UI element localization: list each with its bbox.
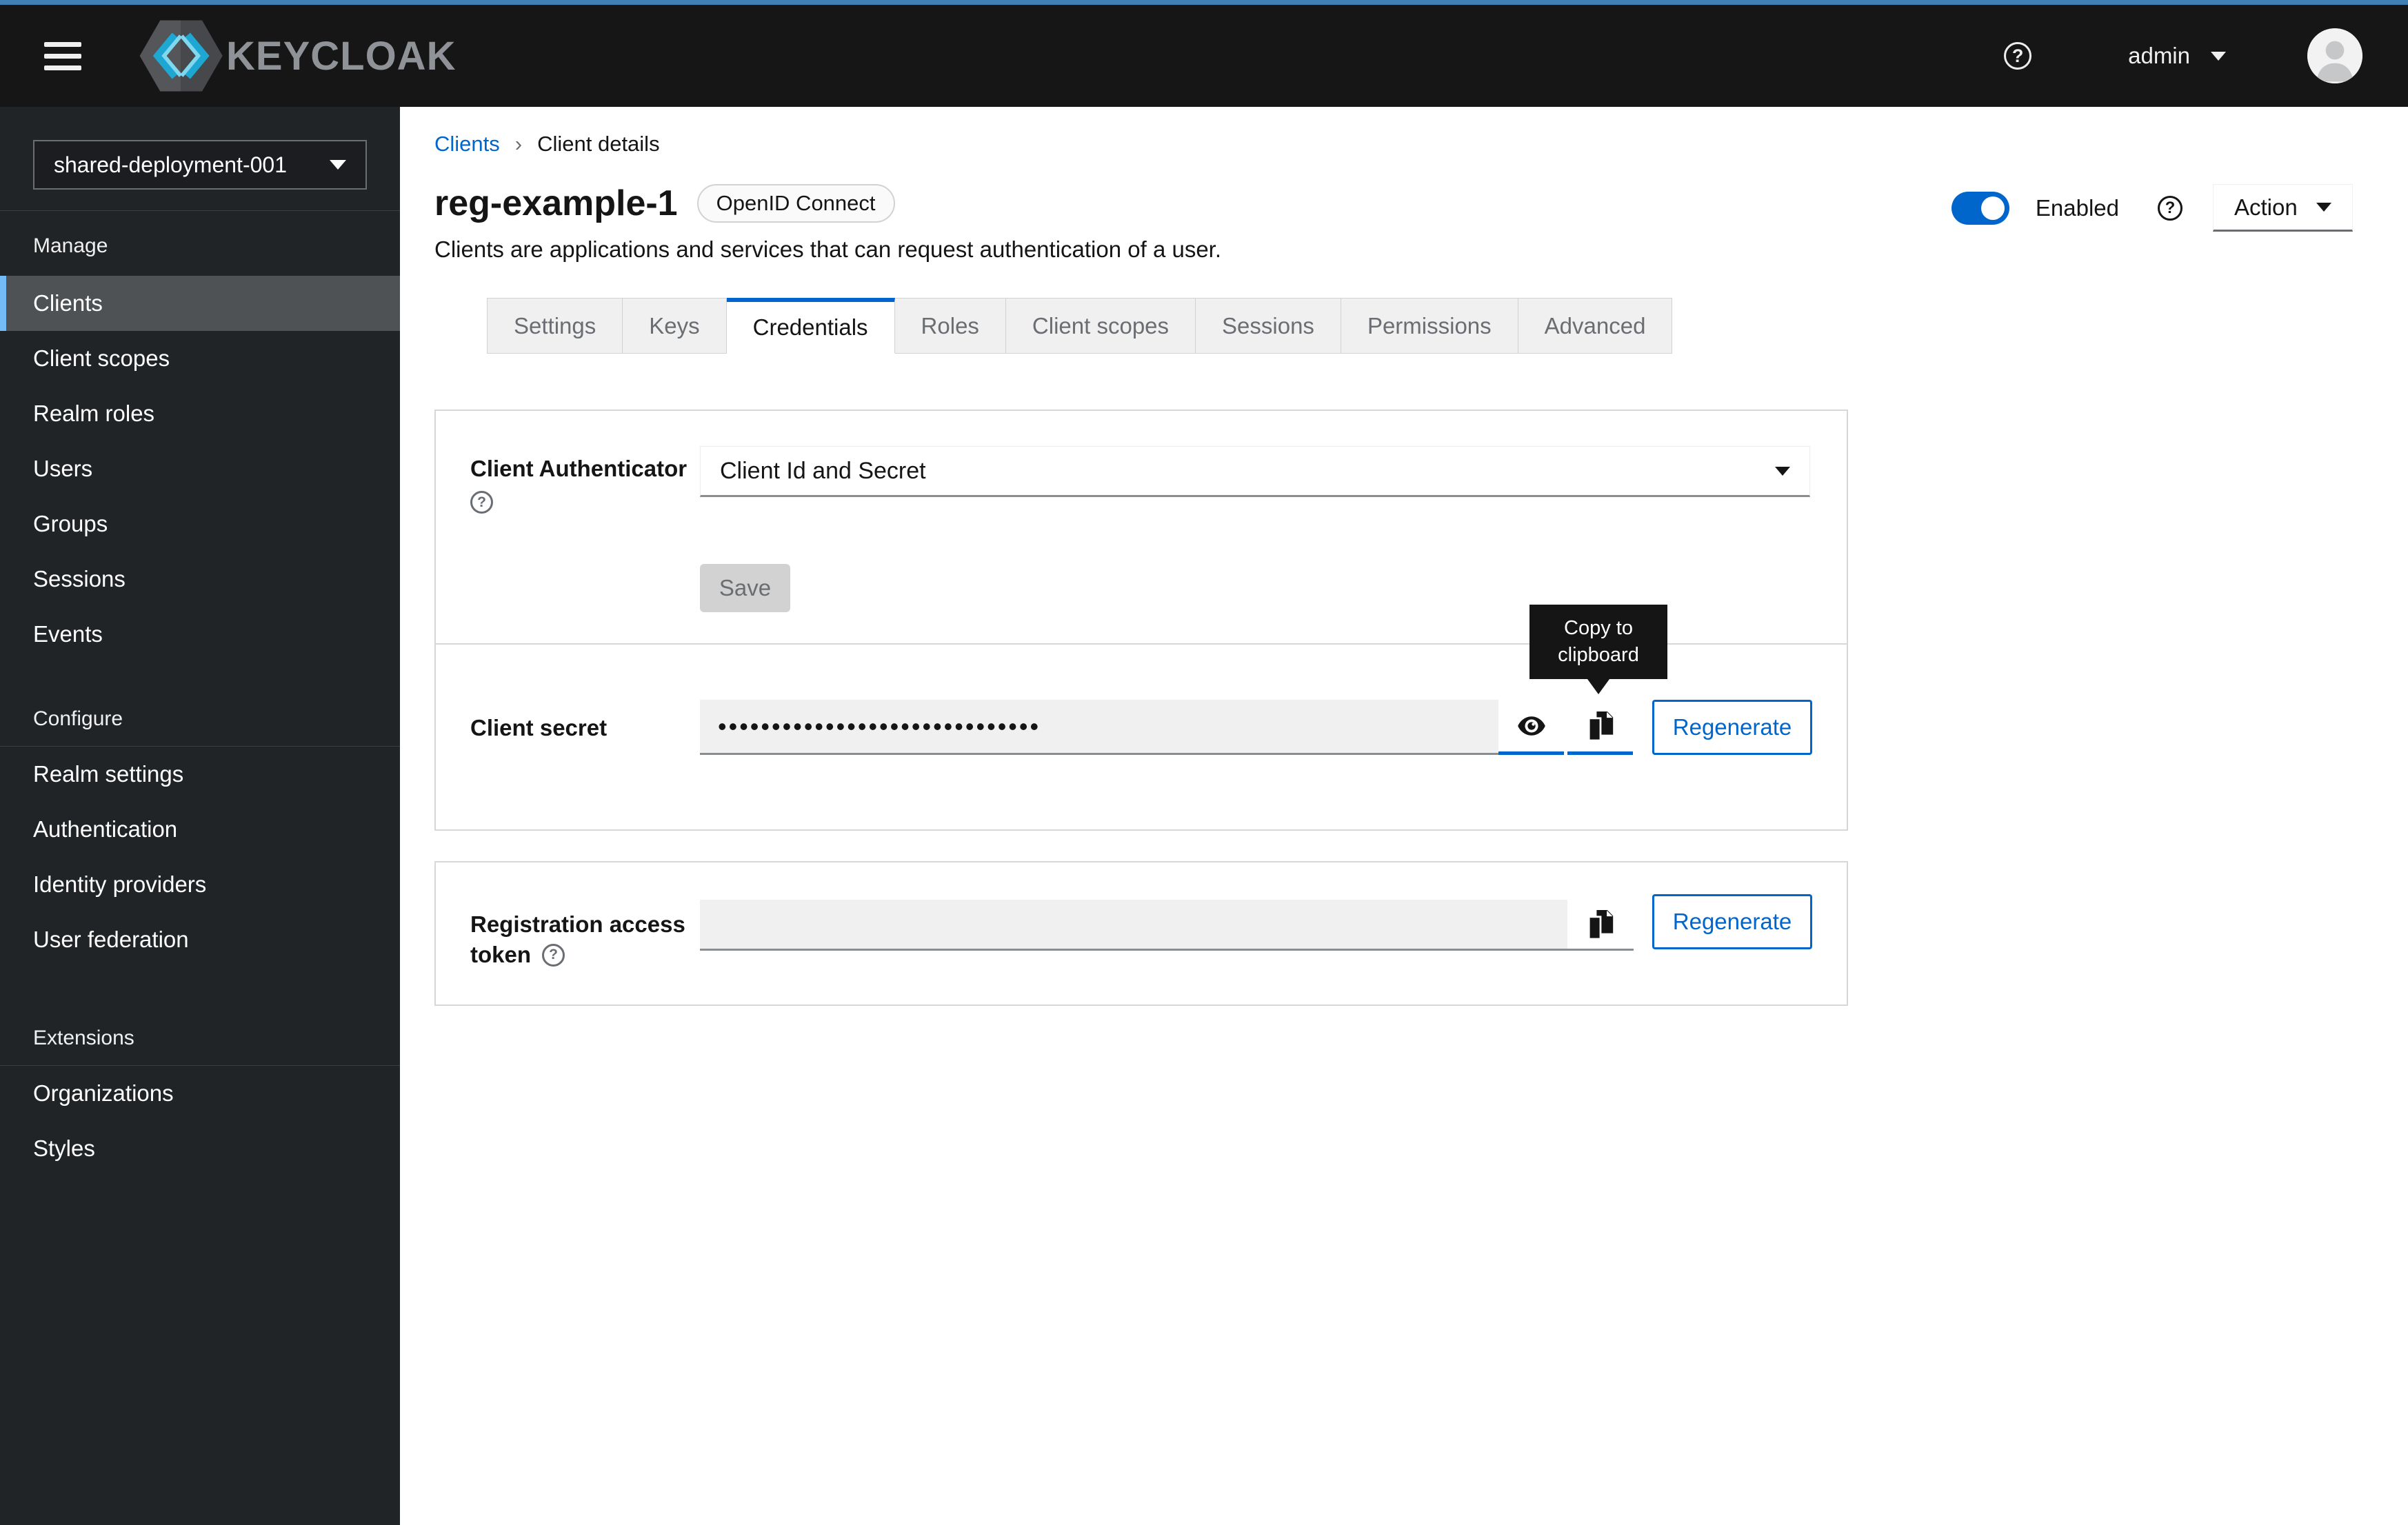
keycloak-admin-console: KEYCLOAK ? admin shared-deployment-001 M [0, 0, 2408, 1525]
username-label: admin [2128, 43, 2190, 69]
page-header: reg-example-1 OpenID Connect [434, 183, 895, 224]
caret-down-icon [2316, 203, 2331, 212]
tab-advanced[interactable]: Advanced [1518, 298, 1673, 354]
enabled-toggle[interactable] [1952, 192, 2009, 225]
breadcrumb-current: Client details [537, 132, 659, 156]
chevron-down-icon [2211, 52, 2226, 61]
client-secret-input[interactable]: •••••••••••••••••••••••••••••• [700, 700, 1498, 755]
keycloak-logo: KEYCLOAK [126, 14, 456, 97]
sidebar-item-realm-roles[interactable]: Realm roles [0, 386, 400, 441]
regenerate-secret-button[interactable]: Regenerate [1652, 700, 1812, 755]
sidebar-item-events[interactable]: Events [0, 607, 400, 662]
hamburger-icon [44, 42, 81, 47]
help-icon[interactable]: ? [470, 491, 493, 514]
client-authenticator-label: Client Authenticator [470, 454, 687, 484]
copy-token-button[interactable] [1567, 900, 1634, 949]
page-title: reg-example-1 [434, 183, 678, 224]
avatar[interactable] [2307, 28, 2362, 83]
brand-wordmark: KEYCLOAK [226, 33, 456, 79]
action-dropdown[interactable]: Action [2213, 184, 2353, 232]
window-accent-strip [0, 0, 2408, 5]
realm-name: shared-deployment-001 [54, 152, 287, 178]
nav-section-extensions: Extensions [33, 1028, 400, 1049]
sidebar-divider [0, 210, 400, 211]
tab-client-scopes[interactable]: Client scopes [1006, 298, 1196, 354]
help-icon[interactable]: ? [2158, 196, 2183, 221]
client-authenticator-select[interactable]: Client Id and Secret [700, 446, 1810, 497]
client-secret-label: Client secret [470, 713, 607, 743]
client-authenticator-value: Client Id and Secret [720, 458, 926, 485]
copy-icon [1586, 908, 1615, 941]
nav-group-extensions: Organizations Styles [0, 1066, 400, 1176]
registration-token-input[interactable] [700, 900, 1567, 949]
save-button[interactable]: Save [700, 564, 790, 612]
masthead: KEYCLOAK ? admin [0, 5, 2408, 107]
sidebar-item-client-scopes[interactable]: Client scopes [0, 331, 400, 386]
protocol-badge: OpenID Connect [697, 184, 895, 223]
sidebar-item-organizations[interactable]: Organizations [0, 1066, 400, 1121]
regenerate-token-button[interactable]: Regenerate [1652, 894, 1812, 949]
registration-token-label: Registration access token ? [470, 909, 685, 970]
show-secret-button[interactable] [1498, 700, 1564, 755]
tab-roles[interactable]: Roles [895, 298, 1006, 354]
user-menu[interactable]: admin [2128, 43, 2226, 69]
credentials-card: Client Authenticator ? Client Id and Sec… [434, 410, 1848, 831]
tab-settings[interactable]: Settings [487, 298, 623, 354]
help-icon[interactable]: ? [2004, 42, 2031, 70]
avatar-silhouette-icon [2307, 28, 2362, 83]
sidebar-item-users[interactable]: Users [0, 441, 400, 496]
caret-down-icon [330, 160, 346, 170]
sidebar-item-authentication[interactable]: Authentication [0, 802, 400, 857]
main-content: Clients › Client details reg-example-1 O… [400, 107, 2408, 1525]
masthead-toolbar: ? admin [2004, 28, 2362, 83]
header-controls: Enabled ? Action [1952, 184, 2353, 232]
realm-selector[interactable]: shared-deployment-001 [33, 140, 367, 190]
registration-token-card: Registration access token ? Regenerate [434, 861, 1848, 1006]
action-dropdown-label: Action [2234, 194, 2298, 221]
breadcrumb-chevron-icon: › [515, 132, 522, 156]
sidebar-item-user-federation[interactable]: User federation [0, 912, 400, 967]
tab-sessions[interactable]: Sessions [1196, 298, 1341, 354]
caret-down-icon [1775, 467, 1790, 476]
client-secret-group: •••••••••••••••••••••••••••••• [700, 700, 1633, 755]
sidebar-item-clients[interactable]: Clients [0, 276, 400, 331]
registration-token-group [700, 900, 1634, 951]
keycloak-hexagon-icon [126, 14, 236, 97]
tab-bar: Settings Keys Credentials Roles Client s… [487, 298, 1672, 354]
eye-icon [1516, 711, 1547, 741]
sidebar-item-realm-settings[interactable]: Realm settings [0, 747, 400, 802]
sidebar-item-groups[interactable]: Groups [0, 496, 400, 552]
breadcrumb-clients-link[interactable]: Clients [434, 132, 500, 156]
tab-credentials[interactable]: Credentials [727, 298, 895, 354]
nav-section-configure: Configure [33, 709, 400, 729]
sidebar-item-styles[interactable]: Styles [0, 1121, 400, 1176]
help-icon[interactable]: ? [542, 944, 565, 967]
toggle-knob [1981, 196, 2005, 220]
sidebar-toggle-button[interactable] [44, 35, 81, 77]
nav-group-manage: Clients Client scopes Realm roles Users … [0, 276, 400, 662]
breadcrumb: Clients › Client details [434, 132, 660, 156]
sidebar-item-sessions[interactable]: Sessions [0, 552, 400, 607]
page-description: Clients are applications and services th… [434, 236, 1221, 263]
sidebar-item-identity-providers[interactable]: Identity providers [0, 857, 400, 912]
nav-section-manage: Manage [33, 236, 400, 256]
tab-keys[interactable]: Keys [623, 298, 726, 354]
copy-tooltip: Copy to clipboard [1529, 605, 1667, 679]
copy-secret-button[interactable] [1567, 700, 1633, 755]
nav-group-configure: Realm settings Authentication Identity p… [0, 747, 400, 967]
enabled-label: Enabled [2036, 195, 2119, 221]
tab-permissions[interactable]: Permissions [1341, 298, 1518, 354]
copy-icon [1586, 709, 1615, 743]
sidebar: shared-deployment-001 Manage Clients Cli… [0, 107, 400, 1525]
